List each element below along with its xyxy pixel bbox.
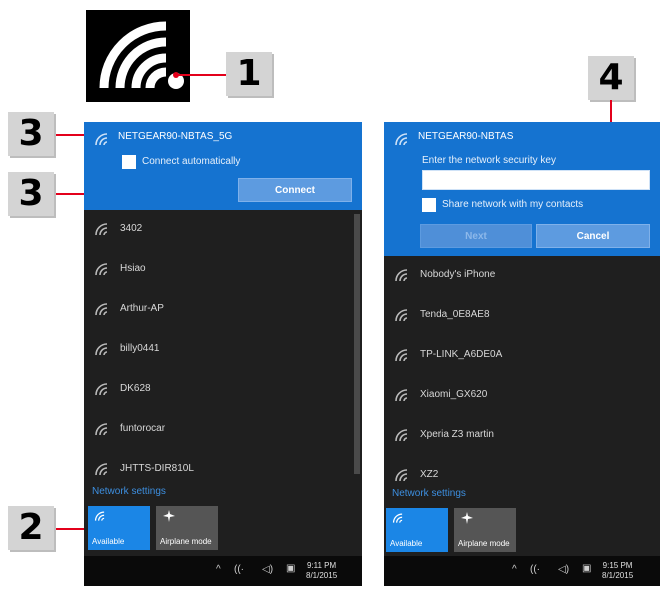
airplane-mode-label: Airplane mode xyxy=(458,539,510,548)
selected-network-name: NETGEAR90-NBTAS_5G xyxy=(118,131,233,142)
wifi-icon xyxy=(395,429,408,442)
wifi-icon xyxy=(395,469,408,482)
clock-date: 8/1/2015 xyxy=(306,571,338,580)
clock[interactable]: 9:11 PM 8/1/2015 xyxy=(306,561,337,581)
connect-automatically-label: Connect automatically xyxy=(142,156,241,167)
wifi-icon xyxy=(95,303,108,316)
callout-3-connect: 3 xyxy=(8,172,54,216)
network-name: Tenda_0E8AE8 xyxy=(420,309,490,320)
network-name: TP-LINK_A6DE0A xyxy=(420,349,503,360)
volume-icon[interactable]: ◁) xyxy=(262,564,273,575)
scrollbar[interactable] xyxy=(354,214,360,474)
network-item[interactable]: Hsiao xyxy=(84,250,362,290)
wifi-icon xyxy=(95,423,108,436)
network-item[interactable]: billy0441 xyxy=(84,330,362,370)
wifi-icon xyxy=(395,349,408,362)
wifi-tray-icon[interactable]: ((· xyxy=(234,564,244,575)
clock-time: 9:15 PM xyxy=(602,561,633,570)
wifi-logo-icon xyxy=(86,10,190,102)
callout-1: 1 xyxy=(226,52,272,96)
network-flyout-left: NETGEAR90-NBTAS_5G Connect automatically… xyxy=(84,122,362,586)
wifi-tile[interactable]: Available xyxy=(386,508,448,552)
network-item[interactable]: DK628 xyxy=(84,370,362,410)
wifi-icon xyxy=(95,223,108,236)
callout-3-network: 3 xyxy=(8,112,54,156)
network-settings-link[interactable]: Network settings xyxy=(392,488,466,499)
wifi-icon xyxy=(395,309,408,322)
callout-4: 4 xyxy=(588,56,634,100)
network-item[interactable]: JHTTS-DIR810L xyxy=(84,450,362,490)
wifi-icon xyxy=(95,263,108,276)
notification-icon[interactable]: ▣ xyxy=(286,563,295,574)
notification-icon[interactable]: ▣ xyxy=(582,563,591,574)
callout-2: 2 xyxy=(8,506,54,550)
wifi-icon xyxy=(395,133,408,146)
network-flyout-right: NETGEAR90-NBTAS Enter the network securi… xyxy=(384,122,660,586)
wifi-icon xyxy=(395,269,408,282)
airplane-mode-tile[interactable]: Airplane mode xyxy=(156,506,218,550)
selected-network-name: NETGEAR90-NBTAS xyxy=(418,131,514,142)
network-name: Nobody's iPhone xyxy=(420,269,496,280)
network-name: billy0441 xyxy=(120,343,160,354)
network-item[interactable]: TP-LINK_A6DE0A xyxy=(384,336,660,376)
clock-time: 9:11 PM xyxy=(306,561,337,570)
wifi-icon xyxy=(392,513,403,523)
network-name: Xperia Z3 martin xyxy=(420,429,494,440)
share-network-label: Share network with my contacts xyxy=(442,199,584,210)
taskbar: ^ ((· ◁) ▣ 9:15 PM 8/1/2015 xyxy=(384,556,660,586)
network-item[interactable]: Tenda_0E8AE8 xyxy=(384,296,660,336)
network-item[interactable]: Xiaomi_GX620 xyxy=(384,376,660,416)
wifi-tray-icon[interactable]: ((· xyxy=(530,564,540,575)
next-button[interactable]: Next xyxy=(420,224,532,248)
network-name: Arthur-AP xyxy=(120,303,164,314)
network-name: JHTTS-DIR810L xyxy=(120,463,194,474)
volume-icon[interactable]: ◁) xyxy=(558,564,569,575)
network-name: Hsiao xyxy=(120,263,146,274)
connect-automatically-checkbox[interactable] xyxy=(122,155,136,169)
cancel-button[interactable]: Cancel xyxy=(536,224,650,248)
network-name: Xiaomi_GX620 xyxy=(420,389,488,400)
chevron-up-icon[interactable]: ^ xyxy=(512,564,517,575)
airplane-mode-label: Airplane mode xyxy=(160,537,212,546)
wifi-icon xyxy=(95,133,108,146)
taskbar: ^ ((· ◁) ▣ 9:11 PM 8/1/2015 xyxy=(84,556,362,586)
wifi-icon xyxy=(94,511,105,521)
wifi-tile[interactable]: Available xyxy=(88,506,150,550)
network-name: DK628 xyxy=(120,383,151,394)
network-name: 3402 xyxy=(120,223,143,234)
wifi-icon xyxy=(95,343,108,356)
security-key-input[interactable] xyxy=(422,170,650,190)
network-item[interactable]: 3402 xyxy=(84,210,362,250)
callout-1-line xyxy=(176,74,226,76)
airplane-mode-tile[interactable]: Airplane mode xyxy=(454,508,516,552)
share-network-checkbox[interactable] xyxy=(422,198,436,212)
clock[interactable]: 9:15 PM 8/1/2015 xyxy=(602,561,633,581)
wifi-icon xyxy=(395,389,408,402)
network-item[interactable]: Arthur-AP xyxy=(84,290,362,330)
airplane-icon xyxy=(163,510,175,522)
network-name: funtorocar xyxy=(120,423,166,434)
airplane-icon xyxy=(461,512,473,524)
network-item[interactable]: Xperia Z3 martin xyxy=(384,416,660,456)
wifi-tile-label: Available xyxy=(390,539,423,548)
security-key-card: NETGEAR90-NBTAS Enter the network securi… xyxy=(384,122,660,256)
network-settings-link[interactable]: Network settings xyxy=(92,486,166,497)
selected-network-card[interactable]: NETGEAR90-NBTAS_5G Connect automatically… xyxy=(84,122,362,210)
connect-button[interactable]: Connect xyxy=(238,178,352,202)
network-name: XZ2 xyxy=(420,469,439,480)
wifi-tile-label: Available xyxy=(92,537,125,546)
wifi-icon xyxy=(95,383,108,396)
wifi-icon xyxy=(95,463,108,476)
security-key-prompt: Enter the network security key xyxy=(422,155,556,166)
network-item[interactable]: Nobody's iPhone xyxy=(384,256,660,296)
network-item[interactable]: funtorocar xyxy=(84,410,362,450)
chevron-up-icon[interactable]: ^ xyxy=(216,564,221,575)
clock-date: 8/1/2015 xyxy=(602,571,634,580)
